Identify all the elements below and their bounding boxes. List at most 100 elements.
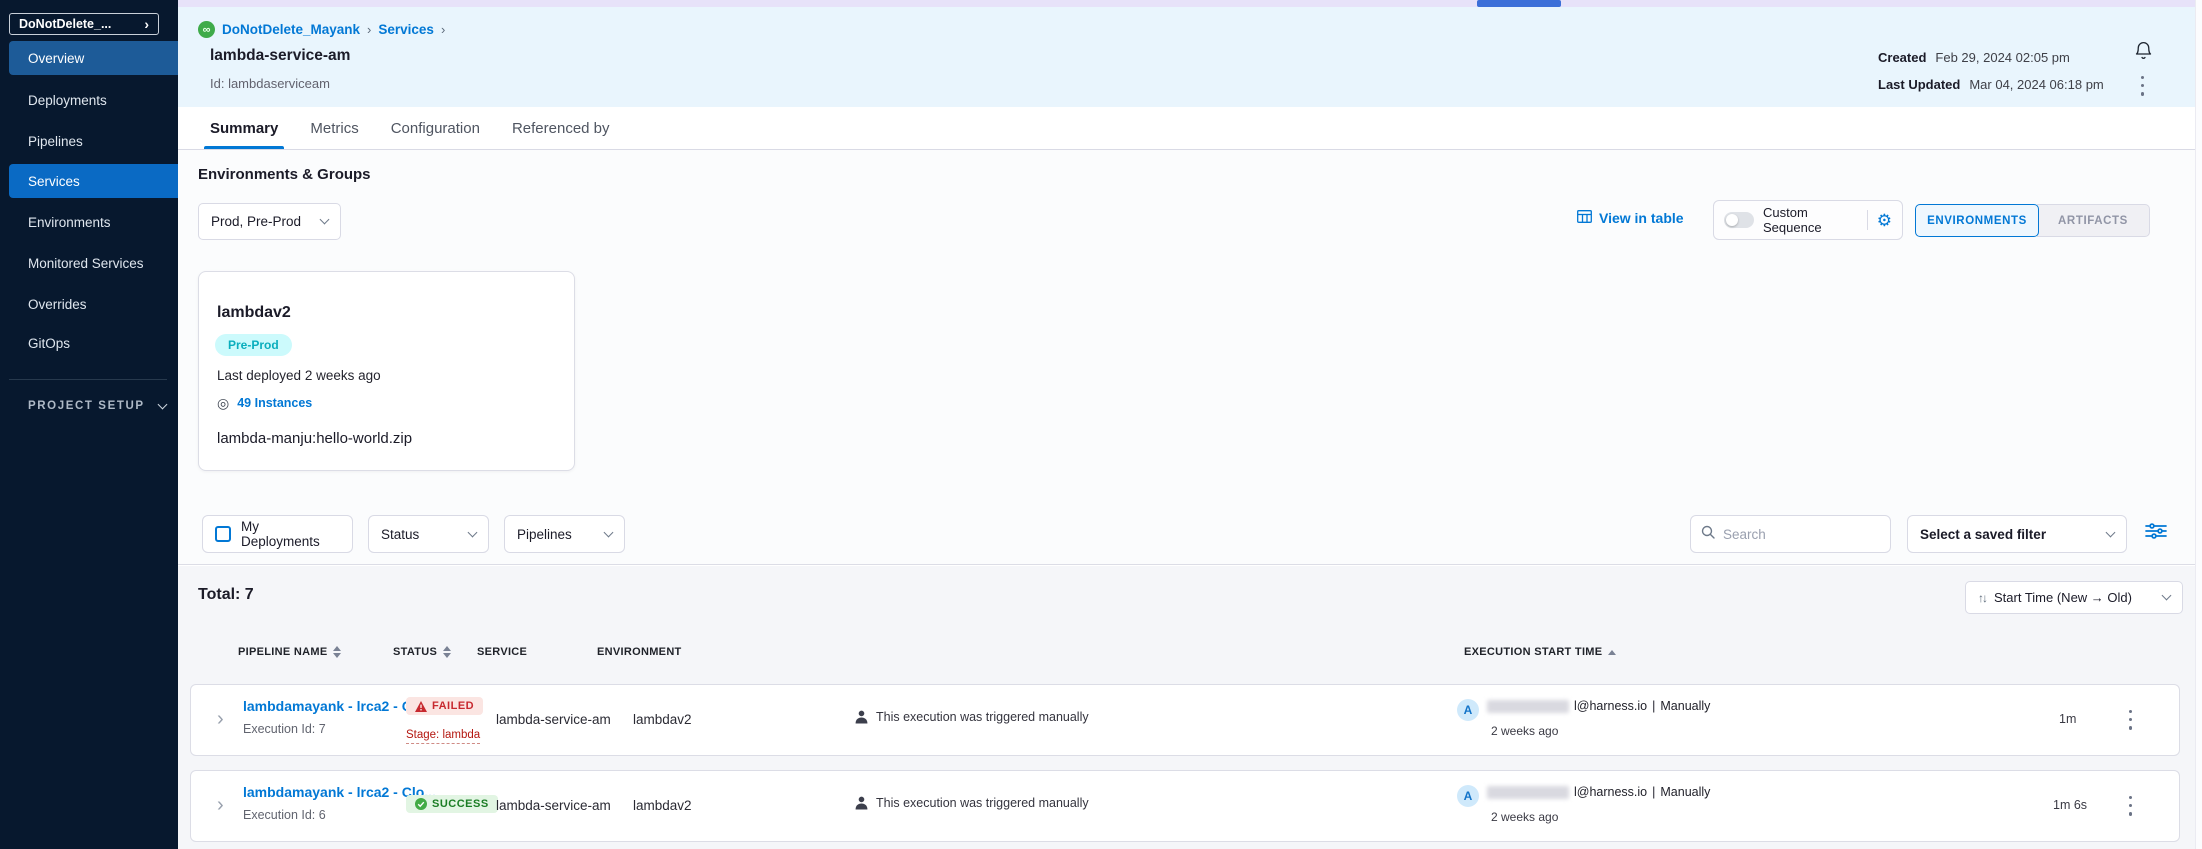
saved-filter-label: Select a saved filter (1920, 527, 2046, 542)
environment-type-dropdown[interactable]: Prod, Pre-Prod (198, 203, 341, 240)
duration: 1m 6s (2053, 798, 2087, 812)
project-selector[interactable]: DoNotDelete_... › (9, 13, 159, 35)
row-more-menu[interactable] (2129, 793, 2132, 818)
segment-artifacts-button[interactable]: ARTIFACTS (2037, 204, 2150, 237)
trigger-info: This execution was triggered manually (855, 710, 1089, 724)
gear-icon[interactable]: ⚙ (1877, 212, 1892, 229)
last-deployed-text: Last deployed 2 weeks ago (217, 368, 381, 383)
artifact-name: lambda-manju:hello-world.zip (217, 430, 412, 447)
sort-icon (443, 646, 451, 658)
sidebar-item-overview[interactable]: Overview (9, 41, 178, 75)
custom-sequence-toggle[interactable] (1724, 212, 1754, 228)
service-id: Id: lambdaserviceam (210, 76, 330, 91)
chevron-right-icon: › (367, 22, 371, 37)
execution-row[interactable]: › lambdamayank - lrca2 - Clo... Executio… (190, 770, 2180, 842)
column-execution-start-time[interactable]: EXECUTION START TIME (1464, 646, 1616, 658)
chevron-down-icon (468, 527, 478, 537)
sort-dropdown[interactable]: ↑↓ Start Time (New → Old) (1965, 581, 2183, 614)
service-cell: lambda-service-am (496, 712, 611, 727)
instances-link[interactable]: 49 Instances (237, 396, 312, 410)
environment-type-badge: Pre-Prod (215, 334, 292, 356)
execution-id: Execution Id: 6 (243, 808, 326, 822)
section-heading: Environments & Groups (198, 166, 371, 183)
trigger-type: Manually (1660, 785, 1710, 799)
my-deployments-label: My Deployments (241, 519, 340, 549)
redacted-email-prefix (1487, 786, 1569, 799)
breadcrumb-services-link[interactable]: Services (378, 22, 434, 37)
sidebar-item-overrides[interactable]: Overrides (0, 287, 178, 321)
view-in-table-button[interactable]: View in table (1577, 210, 1684, 226)
search-box (1690, 515, 1891, 553)
tab-metrics[interactable]: Metrics (306, 107, 362, 149)
pipelines-filter-dropdown[interactable]: Pipelines (504, 515, 625, 553)
chevron-down-icon (320, 215, 330, 225)
status-filter-dropdown[interactable]: Status (368, 515, 489, 553)
created-value: Feb 29, 2024 02:05 pm (1935, 50, 2069, 65)
row-more-menu[interactable] (2129, 707, 2132, 732)
environments-section: Environments & Groups Prod, Pre-Prod Vie… (178, 150, 2202, 565)
created-row: Created Feb 29, 2024 02:05 pm (1878, 50, 2070, 65)
project-selector-label: DoNotDelete_... (19, 17, 111, 31)
executions-section: Total: 7 ↑↓ Start Time (New → Old) PIPEL… (178, 566, 2202, 849)
divider (1867, 210, 1868, 230)
execution-row[interactable]: › lambdamayank - lrca2 - Clo... Executio… (190, 684, 2180, 756)
column-environment[interactable]: ENVIRONMENT (597, 646, 682, 658)
top-progress-bar (1477, 0, 1561, 7)
check-circle-icon (415, 798, 427, 810)
breadcrumb: ∞ DoNotDelete_Mayank › Services › (198, 21, 445, 38)
total-count: Total: 7 (198, 586, 254, 604)
my-deployments-checkbox[interactable] (215, 526, 231, 542)
status-badge-failed: FAILED (406, 697, 483, 715)
sidebar-item-pipelines[interactable]: Pipelines (0, 124, 178, 158)
expand-chevron-icon[interactable]: › (217, 709, 224, 729)
pipelines-filter-label: Pipelines (517, 527, 572, 542)
search-input[interactable] (1723, 527, 1880, 542)
instances-target-icon: ◎ (217, 396, 229, 410)
triggered-by: l@harness.io | Manually (1487, 699, 1710, 713)
tab-configuration[interactable]: Configuration (387, 107, 484, 149)
execution-id: Execution Id: 7 (243, 722, 326, 736)
project-setup-toggle[interactable]: PROJECT SETUP (28, 400, 166, 412)
avatar: A (1457, 785, 1479, 807)
updated-row: Last Updated Mar 04, 2024 06:18 pm (1878, 77, 2104, 92)
triggered-by: l@harness.io | Manually (1487, 785, 1710, 799)
column-status[interactable]: STATUS (393, 646, 451, 658)
breadcrumb-project-link[interactable]: DoNotDelete_Mayank (222, 22, 360, 37)
filter-sliders-icon[interactable] (2145, 522, 2167, 545)
saved-filter-dropdown[interactable]: Select a saved filter (1907, 515, 2127, 553)
custom-sequence-label: Custom Sequence (1763, 205, 1858, 235)
view-in-table-label: View in table (1599, 210, 1684, 226)
failed-stage-link[interactable]: Stage: lambda (406, 729, 480, 744)
scrollbar-gutter[interactable] (2195, 0, 2202, 849)
sort-updown-icon: ↑↓ (1978, 591, 1986, 605)
status-filter-label: Status (381, 527, 419, 542)
notifications-bell-icon[interactable] (2133, 39, 2154, 67)
chevron-down-icon (604, 527, 614, 537)
sidebar-item-environments[interactable]: Environments (0, 205, 178, 239)
sidebar-item-deployments[interactable]: Deployments (0, 83, 178, 117)
user-icon (855, 796, 868, 810)
sidebar-item-services[interactable]: Services (9, 164, 178, 198)
chevron-right-icon: › (144, 17, 149, 31)
redacted-email-prefix (1487, 700, 1569, 713)
trigger-info: This execution was triggered manually (855, 796, 1089, 810)
sort-icon (333, 646, 341, 658)
column-pipeline-name[interactable]: PIPELINE NAME (238, 646, 341, 658)
tab-summary[interactable]: Summary (206, 107, 282, 149)
column-service[interactable]: SERVICE (477, 646, 527, 658)
header-more-menu[interactable] (2141, 73, 2144, 98)
segment-environments-button[interactable]: ENVIRONMENTS (1915, 204, 2039, 237)
sidebar: DoNotDelete_... › Overview Deployments P… (0, 0, 178, 849)
service-scope-icon: ∞ (198, 21, 215, 38)
service-header: ∞ DoNotDelete_Mayank › Services › lambda… (178, 7, 2202, 107)
environment-name: lambdav2 (217, 304, 291, 322)
my-deployments-filter[interactable]: My Deployments (202, 515, 353, 553)
duration: 1m (2059, 712, 2076, 726)
user-email: l@harness.io (1574, 699, 1647, 713)
table-header-row: PIPELINE NAME STATUS SERVICE ENVIRONMENT… (178, 646, 2202, 666)
expand-chevron-icon[interactable]: › (217, 795, 224, 815)
sidebar-item-gitops[interactable]: GitOps (0, 326, 178, 360)
tab-referenced-by[interactable]: Referenced by (508, 107, 614, 149)
sidebar-item-monitored-services[interactable]: Monitored Services (0, 246, 178, 280)
project-setup-label: PROJECT SETUP (28, 400, 145, 412)
